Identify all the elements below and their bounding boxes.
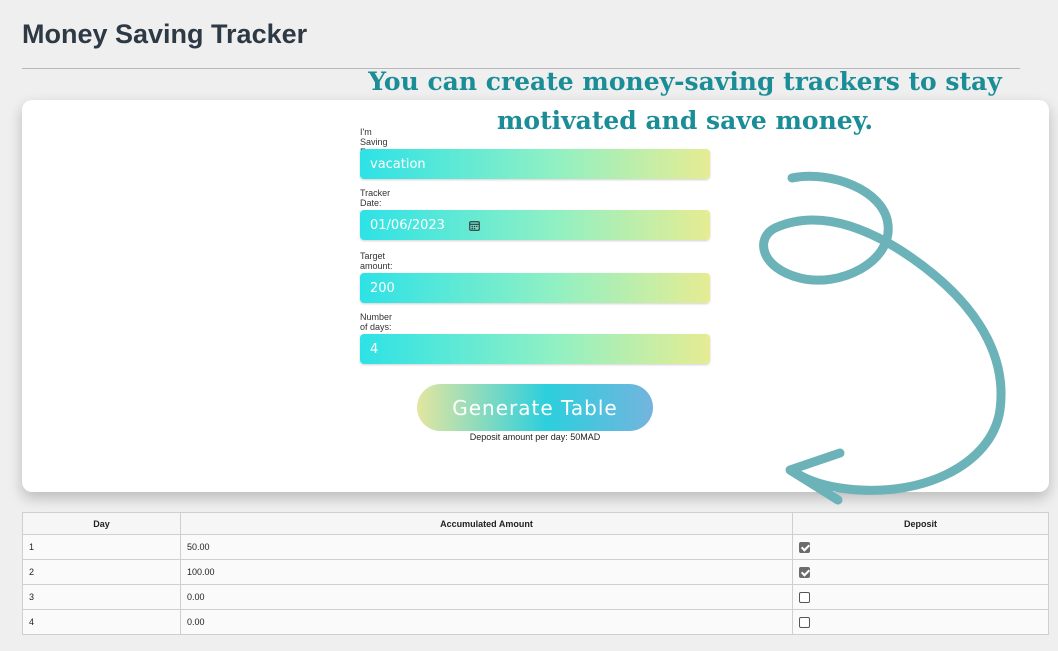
amount-cell: 50.00	[180, 534, 793, 560]
target-amount-label: Target amount:	[360, 251, 393, 271]
header-day: Day	[22, 512, 181, 535]
page: Money Saving Tracker I'm Saving For ...:…	[0, 0, 1058, 651]
annotation-line-1: You can create money-saving trackers to …	[368, 67, 1002, 96]
header-deposit: Deposit	[792, 512, 1049, 535]
target-amount-input[interactable]: 200	[360, 273, 710, 303]
tracker-date-value: 01/06/2023	[370, 217, 445, 233]
amount-cell: 100.00	[180, 559, 793, 585]
day-cell: 2	[22, 559, 181, 585]
table-header-row: Day Accumulated Amount Deposit	[22, 512, 1049, 535]
table-row: 3 0.00	[22, 584, 1049, 610]
saving-for-value: vacation	[370, 156, 426, 172]
day-cell: 4	[22, 609, 181, 635]
table-row: 1 50.00	[22, 534, 1049, 560]
day-cell: 1	[22, 534, 181, 560]
days-input[interactable]: 4	[360, 334, 710, 364]
promo-annotation: You can create money-saving trackers to …	[350, 62, 1020, 140]
target-amount-value: 200	[370, 280, 395, 296]
amount-cell: 0.00	[180, 584, 793, 610]
page-title: Money Saving Tracker	[22, 19, 308, 49]
tracker-date-label: Tracker Date:	[360, 188, 391, 208]
curved-arrow-icon	[759, 171, 1006, 505]
day-cell: 3	[22, 584, 181, 610]
savings-table: Day Accumulated Amount Deposit 1 50.00 2…	[22, 512, 1049, 635]
deposit-per-day-note: Deposit amount per day: 50MAD	[469, 432, 601, 442]
calendar-icon[interactable]	[469, 220, 480, 231]
deposit-checkbox[interactable]	[799, 541, 810, 553]
header-accumulated-amount: Accumulated Amount	[180, 512, 793, 535]
annotation-line-2: motivated and save money.	[496, 106, 874, 135]
days-label: Number of days:	[360, 312, 393, 332]
tracker-date-input[interactable]: 01/06/2023	[360, 210, 710, 240]
saving-for-input[interactable]: vacation	[360, 149, 710, 179]
table-row: 2 100.00	[22, 559, 1049, 585]
deposit-cell	[792, 584, 1049, 610]
generate-table-button[interactable]: Generate Table	[417, 384, 653, 431]
table-row: 4 0.00	[22, 609, 1049, 635]
deposit-cell	[792, 559, 1049, 585]
days-value: 4	[370, 341, 379, 357]
deposit-checkbox[interactable]	[799, 616, 810, 628]
deposit-checkbox[interactable]	[799, 591, 810, 603]
deposit-checkbox[interactable]	[799, 566, 810, 578]
deposit-cell	[792, 609, 1049, 635]
deposit-cell	[792, 534, 1049, 560]
amount-cell: 0.00	[180, 609, 793, 635]
